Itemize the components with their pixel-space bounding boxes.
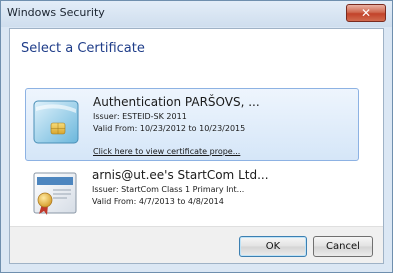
window-title: Windows Security: [7, 6, 105, 19]
ok-button[interactable]: OK: [239, 236, 307, 257]
smartcard-certificate-icon: [33, 100, 79, 144]
certificate-icon: [33, 172, 77, 215]
certificate-issuer: Issuer: ESTEID-SK 2011: [93, 112, 187, 121]
certificate-name: arnis@ut.ee's StartCom Ltd...: [92, 168, 269, 182]
dialog-heading: Select a Certificate: [21, 41, 145, 56]
certificate-issuer: Issuer: StartCom Class 1 Primary Int...: [92, 185, 245, 194]
certificate-item-startcom[interactable]: arnis@ut.ee's StartCom Ltd... Issuer: St…: [25, 165, 359, 225]
certificate-item-authentication[interactable]: Authentication PARŠOVS, ... Issuer: ESTE…: [25, 88, 359, 161]
dialog-content: Select a Certificate Authentication PARŠ…: [9, 28, 384, 264]
cancel-button[interactable]: Cancel: [313, 236, 373, 257]
certificate-validity: Valid From: 10/23/2012 to 10/23/2015: [93, 124, 246, 133]
close-button[interactable]: ✕: [346, 4, 386, 22]
certificate-validity: Valid From: 4/7/2013 to 4/8/2014: [92, 197, 224, 206]
view-certificate-properties-link[interactable]: Click here to view certificate prope...: [93, 147, 240, 156]
windows-security-dialog: Windows Security ✕ Select a Certificate: [0, 0, 393, 273]
button-bar: OK Cancel: [10, 226, 383, 263]
certificate-name: Authentication PARŠOVS, ...: [93, 95, 260, 109]
title-bar[interactable]: Windows Security ✕: [1, 1, 392, 27]
